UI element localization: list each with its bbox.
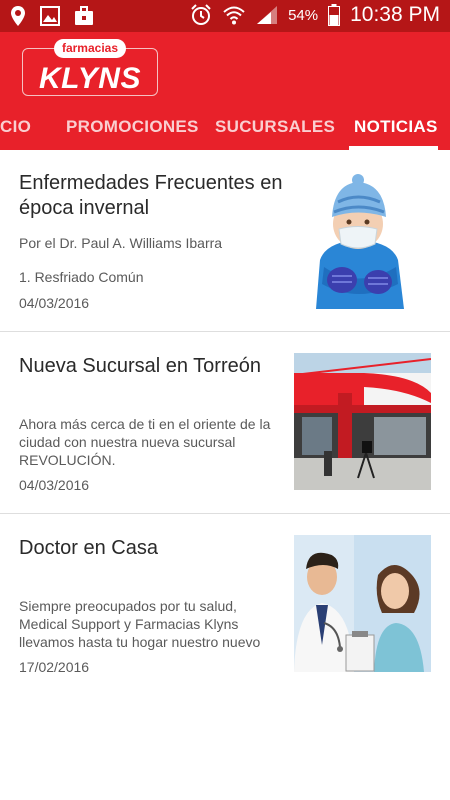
battery-percent: 54% [288,6,319,24]
wifi-icon [223,6,245,25]
logo-subtitle: farmacias [54,39,126,58]
news-date: 04/03/2016 [19,295,90,311]
news-title: Doctor en Casa [19,537,158,559]
tab-bar: CIO PROMOCIONES SUCURSALES NOTICIAS [0,112,450,150]
tab-sucursales[interactable]: SUCURSALES [215,112,335,150]
news-title: Enfermedades Frecuentes en época inverna… [19,172,283,219]
news-list: Enfermedades Frecuentes en época inverna… [0,150,450,697]
news-item[interactable]: Nueva Sucursal en Torreón Ahora más cerc… [0,332,450,514]
news-thumbnail [306,172,410,309]
status-bar: 54% 10:38 PM [0,0,450,32]
tab-promociones[interactable]: PROMOCIONES [66,112,199,150]
doctor-patient-image [294,535,431,672]
news-date: 04/03/2016 [19,477,90,493]
news-date: 17/02/2016 [19,659,90,675]
briefcase-icon [75,6,93,25]
clock: 10:38 PM [350,3,440,26]
news-excerpt: Siempre preocupados por tu salud, Medica… [19,598,261,650]
news-author: Por el Dr. Paul A. Williams Ibarra [19,235,223,251]
logo-brand: KLYNS [39,62,141,95]
news-excerpt: Ahora más cerca de ti en el oriente de l… [19,416,271,468]
image-icon [40,6,60,26]
storefront-image [294,353,431,490]
news-thumbnail [294,353,431,490]
child-mask-image [306,172,410,309]
location-icon [11,6,25,26]
signal-icon [257,6,278,24]
news-item[interactable]: Doctor en Casa Siempre preocupados por t… [0,514,450,697]
tab-inicio[interactable]: CIO [0,112,31,150]
news-thumbnail [294,535,431,672]
app-bar: farmacias KLYNS CIO PROMOCIONES SUCURSAL… [0,32,450,150]
tab-noticias[interactable]: NOTICIAS [354,112,438,150]
news-title: Nueva Sucursal en Torreón [19,355,261,377]
alarm-icon [191,4,211,25]
news-excerpt: 1. Resfriado Común [19,269,144,285]
news-item[interactable]: Enfermedades Frecuentes en época inverna… [0,150,450,332]
klyns-logo[interactable]: farmacias KLYNS [22,39,158,96]
battery-icon [328,4,341,26]
